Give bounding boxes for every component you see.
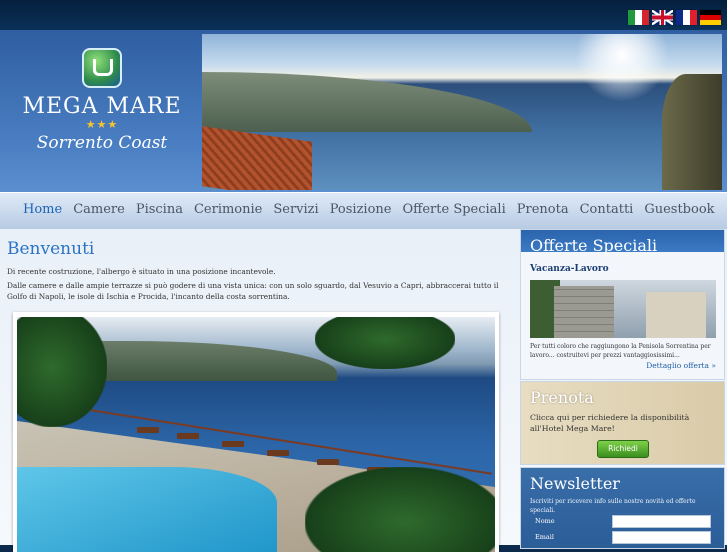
photo-palm: [305, 467, 495, 552]
offer-details-link[interactable]: Dettaglio offerta »: [646, 361, 716, 370]
newsletter-heading: Newsletter: [530, 474, 620, 493]
italian-flag-icon[interactable]: [628, 10, 649, 25]
language-switcher: [628, 10, 721, 25]
name-label: Nome: [535, 517, 555, 525]
pool-photo-frame: [13, 312, 499, 552]
page-title: Benvenuti: [7, 239, 95, 259]
sidebar: Offerte Speciali Vacanza-Lavoro Per tutt…: [520, 229, 725, 549]
banner-roof: [202, 126, 312, 190]
newsletter-box: Newsletter Iscriviti per ricevere info s…: [520, 467, 725, 549]
french-flag-icon[interactable]: [676, 10, 697, 25]
booking-text: Clicca qui per richiedere la disponibili…: [530, 413, 690, 433]
banner-sun: [562, 34, 682, 104]
photo-deck-chair: [267, 450, 289, 456]
nav-item-cerimonie[interactable]: Cerimonie: [194, 193, 262, 227]
photo-deck-chair: [222, 441, 244, 447]
photo-deck-chair: [177, 433, 199, 439]
offer-description: Per tutti coloro che raggiungono la Peni…: [530, 343, 711, 359]
intro-paragraph-2: Dalle camere e dalle ampie terrazze si p…: [7, 281, 499, 301]
logo-stars: ★★★: [85, 118, 119, 131]
intro-paragraph-1: Di recente costruzione, l'albergo è situ…: [7, 267, 276, 276]
nav-item-piscina[interactable]: Piscina: [136, 193, 183, 227]
email-label: Email: [535, 533, 554, 541]
nav-item-offerte-speciali[interactable]: Offerte Speciali: [402, 193, 505, 227]
special-offers-heading: Offerte Speciali: [530, 236, 658, 255]
newsletter-text: Iscriviti per ricevere info sulle nostre…: [530, 498, 696, 514]
special-offers-box: Offerte Speciali Vacanza-Lavoro Per tutt…: [520, 229, 725, 380]
header-coast-photo: [202, 34, 722, 190]
photo-coastline: [77, 341, 337, 381]
offer-photo[interactable]: [530, 280, 716, 338]
page-content: Benvenuti Di recente costruzione, l'albe…: [0, 229, 727, 552]
logo-emblem-icon: [82, 48, 122, 88]
booking-heading: Prenota: [530, 388, 594, 407]
main-navigation: Home Camere Piscina Cerimonie Servizi Po…: [0, 192, 727, 230]
hotel-logo[interactable]: MEGA MARE ★★★ Sorrento Coast: [4, 36, 200, 192]
nav-item-posizione[interactable]: Posizione: [330, 193, 392, 227]
nav-item-home[interactable]: Home: [23, 193, 62, 227]
offer-photo-stone-wall: [554, 286, 614, 338]
nav-item-servizi[interactable]: Servizi: [273, 193, 318, 227]
banner-coastline: [202, 72, 532, 132]
german-flag-icon[interactable]: [700, 10, 721, 25]
logo-tagline: Sorrento Coast: [36, 133, 168, 153]
nav-item-contatti[interactable]: Contatti: [580, 193, 634, 227]
photo-deck-chair: [137, 427, 159, 433]
name-field[interactable]: [612, 515, 711, 528]
logo-name: MEGA MARE: [22, 94, 182, 119]
pool-terrace-photo: [17, 317, 495, 552]
banner-cliff: [662, 74, 722, 190]
nav-item-camere[interactable]: Camere: [73, 193, 125, 227]
photo-olive-branch: [315, 317, 455, 369]
email-field[interactable]: [612, 531, 711, 544]
nav-item-prenota[interactable]: Prenota: [517, 193, 569, 227]
request-button[interactable]: Richiedi: [597, 440, 649, 458]
nav-item-guestbook[interactable]: Guestbook: [644, 193, 714, 227]
offer-photo-house: [646, 292, 706, 338]
booking-box: Prenota Clicca qui per richiedere la dis…: [520, 381, 725, 465]
photo-palm: [17, 317, 107, 427]
photo-deck-chair: [317, 459, 339, 465]
top-bar: [0, 0, 727, 30]
uk-flag-icon[interactable]: [652, 10, 673, 25]
offer-title[interactable]: Vacanza-Lavoro: [530, 264, 609, 274]
photo-pool-water: [17, 467, 277, 552]
